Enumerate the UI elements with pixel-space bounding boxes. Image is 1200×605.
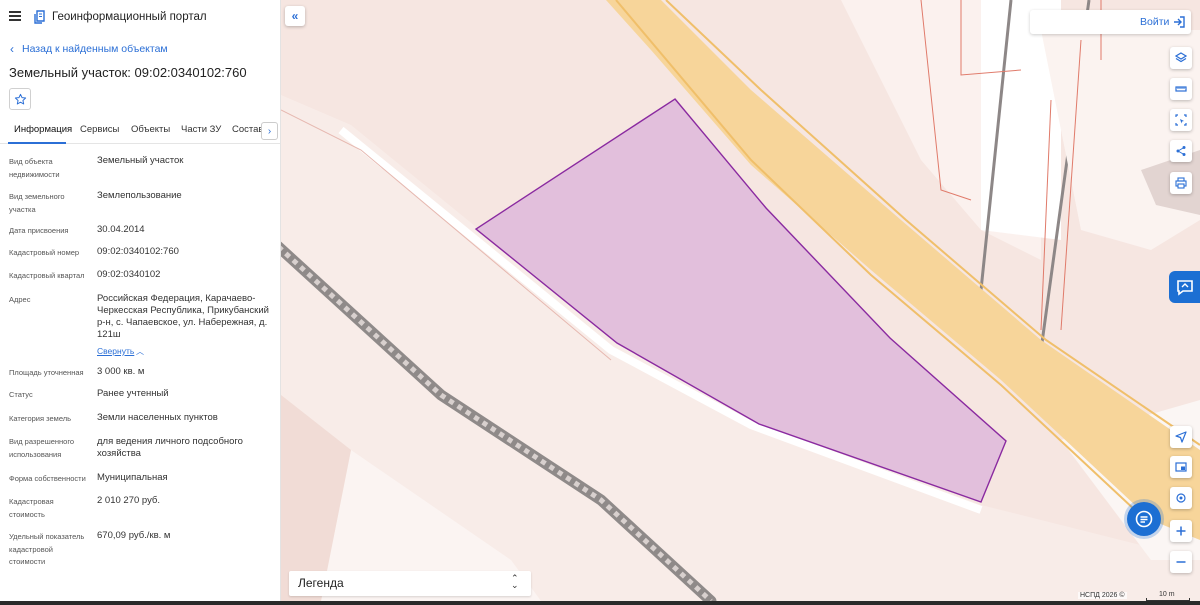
login-label: Войти [1140,16,1170,28]
tabs-scroll-right-button[interactable]: › [261,122,278,140]
field-value: 2 010 270 руб. [97,495,161,506]
field-label: Кадастровый квартал [9,271,85,280]
share-icon [1176,146,1186,156]
field-label: Категория земель [9,414,72,423]
field-label: Удельный показатель кадастровой стоимост… [9,532,85,566]
print-button[interactable] [1170,172,1192,194]
field-label: Статус [9,390,33,399]
print-icon [1175,177,1187,189]
field-label: Площадь уточненная [9,368,84,377]
layers-icon [1175,52,1187,63]
collapse-address-link[interactable]: Свернуть [97,346,134,356]
zoom-in-icon [1176,526,1186,536]
expand-collapse-icon: ⌃ ⌄ [511,573,519,590]
zoom-out-icon [1176,561,1186,563]
assistant-side-tab[interactable] [1169,271,1200,303]
field-value: Землепользование [97,190,182,201]
field-value: 09:02:0340102 [97,269,161,280]
map-layer [281,0,1200,601]
share-button[interactable] [1170,140,1192,162]
navigate-button[interactable] [1170,426,1192,448]
chevron-left-icon: ‹ [10,42,14,56]
star-icon [14,93,26,104]
tab-services[interactable]: Сервисы [80,124,119,135]
back-link-label: Назад к найденным объектам [22,43,168,55]
field-label: Вид разрешенного использования [9,437,75,459]
scale-label: 10 m [1159,591,1175,598]
back-to-results-link[interactable]: ‹ Назад к найденным объектам [10,42,168,56]
field-value: Земельный участок [97,155,184,166]
chat-icon [1135,510,1153,528]
field-value: Ранее учтенный [97,388,169,399]
field-label: Кадастровый номер [9,248,80,257]
login-icon [1174,16,1185,28]
map-view-icon [1175,462,1187,472]
sidebar-header: Геоинформационный портал [0,0,280,34]
field-value: 3 000 кв. м [97,366,145,377]
info-tabs: Информация Сервисы Объекты Части ЗУ Сост… [0,118,280,144]
ruler-button[interactable] [1170,78,1192,100]
portal-logo-icon [34,10,45,24]
chevron-right-icon: › [267,125,272,137]
field-value: для ведения личного подсобного хозяйства [97,436,243,459]
ruler-icon [1175,86,1187,92]
layers-button[interactable] [1170,47,1192,69]
navigate-icon [1175,431,1187,443]
map-attribution: НСПД 2026 © [1078,592,1127,599]
tab-composition[interactable]: Состав [232,124,263,135]
field-value: 09:02:0340102:760 [97,246,179,257]
field-label: Вид земельного участка [9,192,65,214]
tab-objects[interactable]: Объекты [131,124,170,135]
select-area-button[interactable] [1170,109,1192,131]
info-sidebar: Геоинформационный портал ‹ Назад к найде… [0,0,281,605]
page-title: Земельный участок: 09:02:0340102:760 [9,65,247,80]
tab-parcel-parts[interactable]: Части ЗУ [181,124,221,135]
active-tab-indicator [8,142,66,144]
zoom-out-button[interactable] [1170,551,1192,573]
tab-information[interactable]: Информация [14,124,72,135]
hamburger-icon[interactable] [9,11,21,21]
chat-fab-button[interactable] [1127,502,1161,536]
field-value: Муниципальная [97,472,168,483]
locate-icon [1176,493,1186,503]
double-chevron-left-icon: « [291,9,299,23]
collapse-sidebar-button[interactable]: « [285,6,305,26]
field-label: Вид объекта недвижимости [9,157,60,179]
field-value: Российская Федерация, Карачаево-Черкесск… [97,293,269,340]
legend-label: Легенда [298,576,344,590]
field-value: Земли населенных пунктов [97,412,218,423]
chat-bubble-icon [1176,280,1193,296]
field-label: Адрес [9,295,31,304]
field-label: Дата присвоения [9,226,69,235]
bottom-strip [0,601,1200,605]
favorite-button[interactable] [9,88,31,110]
select-area-icon [1175,114,1187,126]
field-value: 670,09 руб./кв. м [97,530,171,541]
map-view-button[interactable] [1170,456,1192,478]
portal-title: Геоинформационный портал [52,11,207,23]
field-label: Кадастровая стоимость [9,497,54,519]
chevron-up-icon[interactable]: ︿ [136,346,144,357]
map-canvas[interactable] [281,0,1200,601]
field-value: 30.04.2014 [97,224,145,235]
locate-button[interactable] [1170,487,1192,509]
field-label: Форма собственности [9,474,86,483]
zoom-in-button[interactable] [1170,520,1192,542]
legend-dropdown[interactable]: Легенда ⌃ ⌄ [289,571,531,596]
login-button[interactable]: Войти [1030,10,1191,34]
